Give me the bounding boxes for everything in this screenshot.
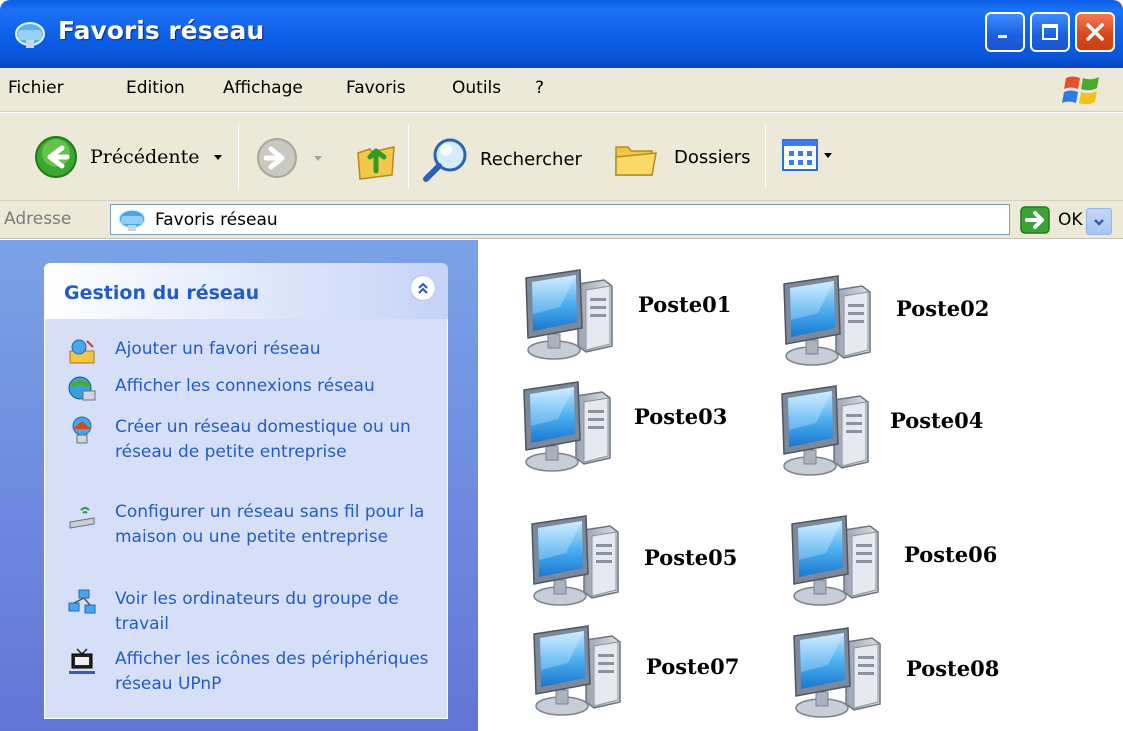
views-icon	[782, 139, 818, 171]
menu-help[interactable]: ?	[535, 78, 544, 98]
computer-icon[interactable]	[776, 378, 876, 478]
windows-logo-icon	[1062, 76, 1099, 105]
back-button[interactable]: Précédente	[34, 135, 228, 179]
title-bar[interactable]: Favoris réseau	[0, 0, 1123, 68]
upnp-device-icon	[69, 648, 95, 674]
task-configure-wireless[interactable]: Configurer un réseau sans fil pour la ma…	[67, 500, 437, 550]
address-bar: Adresse Favoris réseau OK	[0, 201, 1123, 239]
computer-label-poste05[interactable]: Poste05	[644, 545, 737, 570]
computer-label-poste01[interactable]: Poste01	[638, 292, 731, 317]
task-label: Ajouter un favori réseau	[115, 339, 321, 359]
toolbar-separator	[238, 125, 239, 189]
up-folder-button[interactable]	[352, 135, 400, 181]
folders-button[interactable]: Dossiers	[612, 133, 750, 181]
task-group-header[interactable]: Gestion du réseau	[44, 263, 448, 319]
go-arrow-icon[interactable]	[1020, 206, 1050, 234]
views-button[interactable]	[782, 139, 836, 171]
chevron-down-icon	[1094, 218, 1104, 226]
computer-label-poste03[interactable]: Poste03	[634, 404, 727, 429]
toolbar-separator	[408, 125, 409, 189]
task-label: Configurer un réseau sans fil pour la ma…	[115, 502, 425, 547]
computer-icon[interactable]	[520, 262, 620, 362]
up-folder-icon	[357, 146, 395, 180]
task-label: Afficher les connexions réseau	[115, 376, 375, 396]
home-network-icon	[72, 416, 92, 444]
minimize-button[interactable]	[985, 12, 1025, 52]
address-input[interactable]: Favoris réseau	[110, 204, 1112, 235]
folders-icon	[615, 146, 657, 176]
toolbar-separator	[765, 125, 766, 189]
task-network-connections[interactable]: Afficher les connexions réseau	[67, 374, 437, 404]
add-network-place-icon	[69, 339, 95, 364]
search-button[interactable]: Rechercher	[420, 135, 582, 183]
maximize-button[interactable]	[1030, 12, 1070, 52]
task-create-home-network[interactable]: Créer un réseau domestique ou un réseau …	[67, 415, 437, 465]
computer-label-poste04[interactable]: Poste04	[890, 408, 983, 433]
close-icon	[1086, 23, 1104, 41]
menu-bar: Fichier Edition Affichage Favoris Outils…	[0, 68, 1123, 112]
network-places-icon	[15, 22, 45, 48]
forward-arrow-icon	[257, 138, 297, 178]
toolbar: Précédente Rechercher Dossiers	[0, 113, 1123, 201]
task-label: Afficher les icônes des périphériques ré…	[115, 649, 429, 694]
search-icon	[423, 138, 467, 182]
forward-button[interactable]	[256, 137, 328, 179]
task-label: Voir les ordinateurs du groupe de travai…	[115, 589, 399, 634]
workgroup-icon	[68, 589, 96, 614]
computer-label-poste08[interactable]: Poste08	[906, 656, 999, 681]
menu-affichage[interactable]: Affichage	[223, 78, 303, 98]
menu-edition[interactable]: Edition	[126, 78, 185, 98]
computer-icon[interactable]	[528, 618, 628, 718]
menu-outils[interactable]: Outils	[452, 78, 501, 98]
close-button[interactable]	[1075, 12, 1115, 52]
back-arrow-icon	[35, 136, 77, 178]
address-dropdown-button[interactable]	[1086, 208, 1112, 235]
go-label[interactable]: OK	[1058, 210, 1083, 230]
computer-icon[interactable]	[786, 508, 886, 608]
task-show-upnp[interactable]: Afficher les icônes des périphériques ré…	[67, 647, 437, 697]
wireless-network-icon	[69, 507, 95, 529]
computer-icon[interactable]	[526, 508, 626, 608]
computer-label-poste02[interactable]: Poste02	[896, 296, 989, 321]
task-add-network-place[interactable]: Ajouter un favori réseau	[67, 337, 437, 367]
folders-label: Dossiers	[674, 146, 751, 168]
menu-fichier[interactable]: Fichier	[8, 78, 64, 98]
address-value: Favoris réseau	[155, 210, 278, 230]
dropdown-arrow-icon[interactable]	[820, 145, 836, 165]
task-view-workgroup[interactable]: Voir les ordinateurs du groupe de travai…	[67, 587, 437, 637]
network-places-icon	[118, 209, 146, 231]
collapse-button[interactable]	[410, 275, 436, 301]
address-label: Adresse	[4, 209, 72, 229]
back-label: Précédente	[90, 146, 200, 168]
task-group-title: Gestion du réseau	[64, 282, 260, 304]
computer-label-poste06[interactable]: Poste06	[904, 542, 997, 567]
window-title: Favoris réseau	[58, 16, 265, 45]
computer-icon[interactable]	[788, 620, 888, 720]
chevron-up-double-icon	[418, 282, 428, 294]
search-label: Rechercher	[480, 148, 582, 170]
computer-icon[interactable]	[518, 374, 618, 474]
dropdown-arrow-icon[interactable]	[208, 147, 228, 167]
computer-label-poste07[interactable]: Poste07	[646, 654, 739, 679]
dropdown-arrow-icon[interactable]	[308, 148, 328, 168]
computer-icon[interactable]	[778, 268, 878, 368]
network-connections-icon	[68, 376, 96, 401]
maximize-icon	[1042, 24, 1058, 40]
task-label: Créer un réseau domestique ou un réseau …	[115, 417, 411, 462]
menu-favoris[interactable]: Favoris	[346, 78, 406, 98]
task-group-body: Ajouter un favori réseau Afficher les co…	[44, 319, 448, 719]
minimize-icon	[998, 35, 1007, 38]
